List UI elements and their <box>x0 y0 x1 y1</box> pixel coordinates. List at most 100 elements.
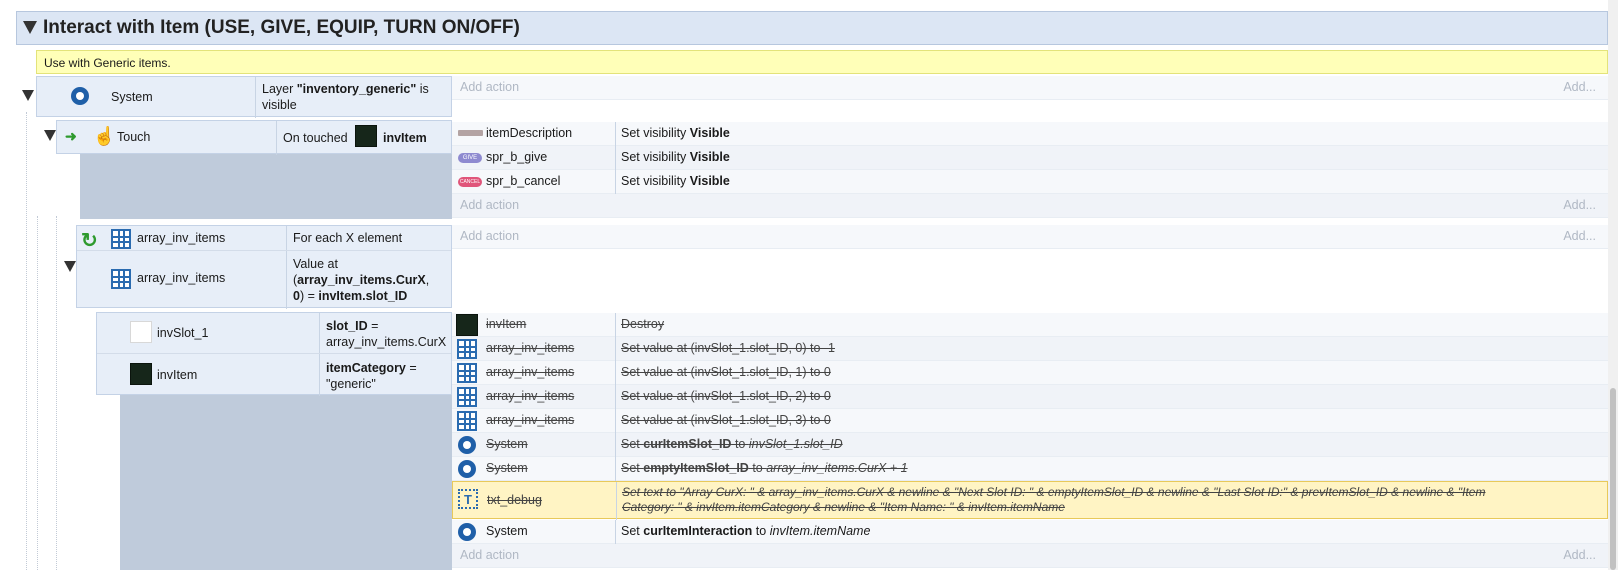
action-text: Set curItemSlot_ID to invSlot_1.slot_ID <box>621 437 843 451</box>
add-action-link[interactable]: Add action <box>460 80 519 94</box>
action-row[interactable]: array_inv_items Set value at (invSlot_1.… <box>452 409 1608 433</box>
condition-text: slot_ID = array_inv_items.CurX <box>326 319 447 349</box>
action-object: spr_b_give <box>486 150 548 164</box>
action-row[interactable]: System Set curItemSlot_ID to invSlot_1.s… <box>452 433 1608 457</box>
action-row[interactable]: System Set curItemInteraction to invItem… <box>452 520 1608 544</box>
indent-guide <box>37 216 38 570</box>
invitem-sprite-icon <box>355 125 377 147</box>
give-button-sprite-icon: GIVE <box>458 153 482 163</box>
action-text: Set curItemInteraction to invItem.itemNa… <box>621 524 871 538</box>
condition-object: Touch <box>117 130 151 144</box>
add-action-link[interactable]: Add action <box>460 198 519 212</box>
invitem-sprite-icon <box>130 363 152 385</box>
add-action-link[interactable]: Add action <box>460 548 519 562</box>
action-object: array_inv_items <box>486 365 575 379</box>
condition-text: For each X element <box>293 231 403 245</box>
action-text: Set value at (invSlot_1.slot_ID, 1) to 0 <box>621 365 831 379</box>
add-action-row[interactable]: Add action Add... <box>452 76 1608 100</box>
indent-guide <box>26 112 27 570</box>
scrollbar-thumb[interactable] <box>1610 388 1616 570</box>
action-text: Set visibility Visible <box>621 126 730 140</box>
gear-icon <box>71 87 89 105</box>
text-object-icon: T <box>458 489 478 509</box>
add-action-row[interactable]: Add action Add... <box>452 194 1608 218</box>
action-row[interactable]: invItem Destroy <box>452 313 1608 337</box>
condition-text: Value at (array_inv_items.CurX, 0) = inv… <box>293 257 430 303</box>
add-more-link[interactable]: Add... <box>1563 229 1596 243</box>
array-grid-icon <box>457 387 477 407</box>
add-action-row[interactable]: Add action Add... <box>452 544 1608 568</box>
action-row[interactable]: CANCEL spr_b_cancel Set visibility Visib… <box>452 170 1608 194</box>
action-object: array_inv_items <box>486 341 575 355</box>
action-object: txt_debug <box>487 493 542 507</box>
action-text: Destroy <box>621 317 665 331</box>
action-list-touch: itemDescription Set visibility Visible G… <box>452 122 1608 222</box>
action-object: array_inv_items <box>486 389 575 403</box>
action-text: Set value at (invSlot_1.slot_ID, 0) to -… <box>621 341 835 355</box>
condition-object: array_inv_items <box>137 271 226 285</box>
group-title: Interact with Item (USE, GIVE, EQUIP, TU… <box>43 17 520 38</box>
touch-hand-icon: ☝ <box>93 126 116 146</box>
event-condition-slot[interactable]: invSlot_1 slot_ID = array_inv_items.CurX… <box>96 312 452 396</box>
action-object: array_inv_items <box>486 413 575 427</box>
condition-object: invItem <box>157 368 198 382</box>
array-grid-icon <box>111 269 131 289</box>
event-body-spacer <box>120 394 452 570</box>
event-group-header[interactable]: Interact with Item (USE, GIVE, EQUIP, TU… <box>16 11 1608 45</box>
invslot-sprite-icon <box>130 321 152 343</box>
action-object: itemDescription <box>486 126 573 140</box>
add-action-link[interactable]: Add action <box>460 229 519 243</box>
action-row[interactable]: GIVE spr_b_give Set visibility Visible <box>452 146 1608 170</box>
action-object: spr_b_cancel <box>486 174 561 188</box>
collapse-triangle-icon[interactable] <box>44 130 56 141</box>
event-condition-array[interactable]: ↻ array_inv_items For each X element arr… <box>76 225 452 309</box>
event-body-spacer <box>80 153 452 219</box>
event-condition-touch[interactable]: ➜ ☝ Touch On touched invItem <box>56 120 452 155</box>
collapse-triangle-icon[interactable] <box>23 21 37 34</box>
collapse-triangle-icon[interactable] <box>64 261 76 272</box>
comment-note[interactable]: Use with Generic items. <box>36 50 1608 74</box>
action-row[interactable]: itemDescription Set visibility Visible <box>452 122 1608 146</box>
condition-object: array_inv_items <box>137 231 226 245</box>
action-row[interactable]: array_inv_items Set value at (invSlot_1.… <box>452 361 1608 385</box>
action-list-slot: invItem Destroy array_inv_items Set valu… <box>452 313 1608 570</box>
description-sprite-icon <box>458 130 483 136</box>
condition-text: On touched <box>283 131 348 145</box>
condition-object-name: invItem <box>383 131 427 145</box>
condition-object: invSlot_1 <box>157 326 209 340</box>
action-text: Set value at (invSlot_1.slot_ID, 3) to 0 <box>621 413 831 427</box>
action-text: Set emptyItemSlot_ID to array_inv_items.… <box>621 461 908 475</box>
action-row[interactable]: System Set emptyItemSlot_ID to array_inv… <box>452 457 1608 481</box>
add-action-row[interactable]: Add action Add... <box>452 225 1608 249</box>
gear-icon <box>458 436 476 454</box>
action-text: Set text to "Array CurX: " & array_inv_i… <box>622 485 1486 514</box>
gear-icon <box>458 460 476 478</box>
action-object: System <box>486 461 528 475</box>
action-object: System <box>486 437 528 451</box>
action-row-selected[interactable]: T txt_debug Set text to "Array CurX: " &… <box>452 481 1608 520</box>
action-object: System <box>486 524 528 538</box>
action-text: Set visibility Visible <box>621 150 730 164</box>
action-object: invItem <box>486 317 527 331</box>
gear-icon <box>458 523 476 541</box>
action-row[interactable]: array_inv_items Set value at (invSlot_1.… <box>452 337 1608 361</box>
add-more-link[interactable]: Add... <box>1563 198 1596 212</box>
array-grid-icon <box>111 229 131 249</box>
condition-text: Layer "inventory_generic" is visible <box>262 82 429 112</box>
indent-guide <box>56 216 57 570</box>
action-row[interactable]: array_inv_items Set value at (invSlot_1.… <box>452 385 1608 409</box>
collapse-triangle-icon[interactable] <box>22 90 34 101</box>
add-more-link[interactable]: Add... <box>1563 548 1596 562</box>
array-grid-icon <box>457 411 477 431</box>
add-more-link[interactable]: Add... <box>1563 80 1596 94</box>
invitem-sprite-icon <box>456 314 478 336</box>
action-text: Set value at (invSlot_1.slot_ID, 2) to 0 <box>621 389 831 403</box>
action-text: Set visibility Visible <box>621 174 730 188</box>
condition-object: System <box>111 90 153 104</box>
condition-text: itemCategory = "generic" <box>326 361 417 391</box>
event-condition-system[interactable]: System Layer "inventory_generic" is visi… <box>36 76 452 118</box>
array-grid-icon <box>457 363 477 383</box>
array-grid-icon <box>457 339 477 359</box>
cancel-button-sprite-icon: CANCEL <box>458 177 482 187</box>
trigger-arrow-icon: ➜ <box>65 128 77 144</box>
